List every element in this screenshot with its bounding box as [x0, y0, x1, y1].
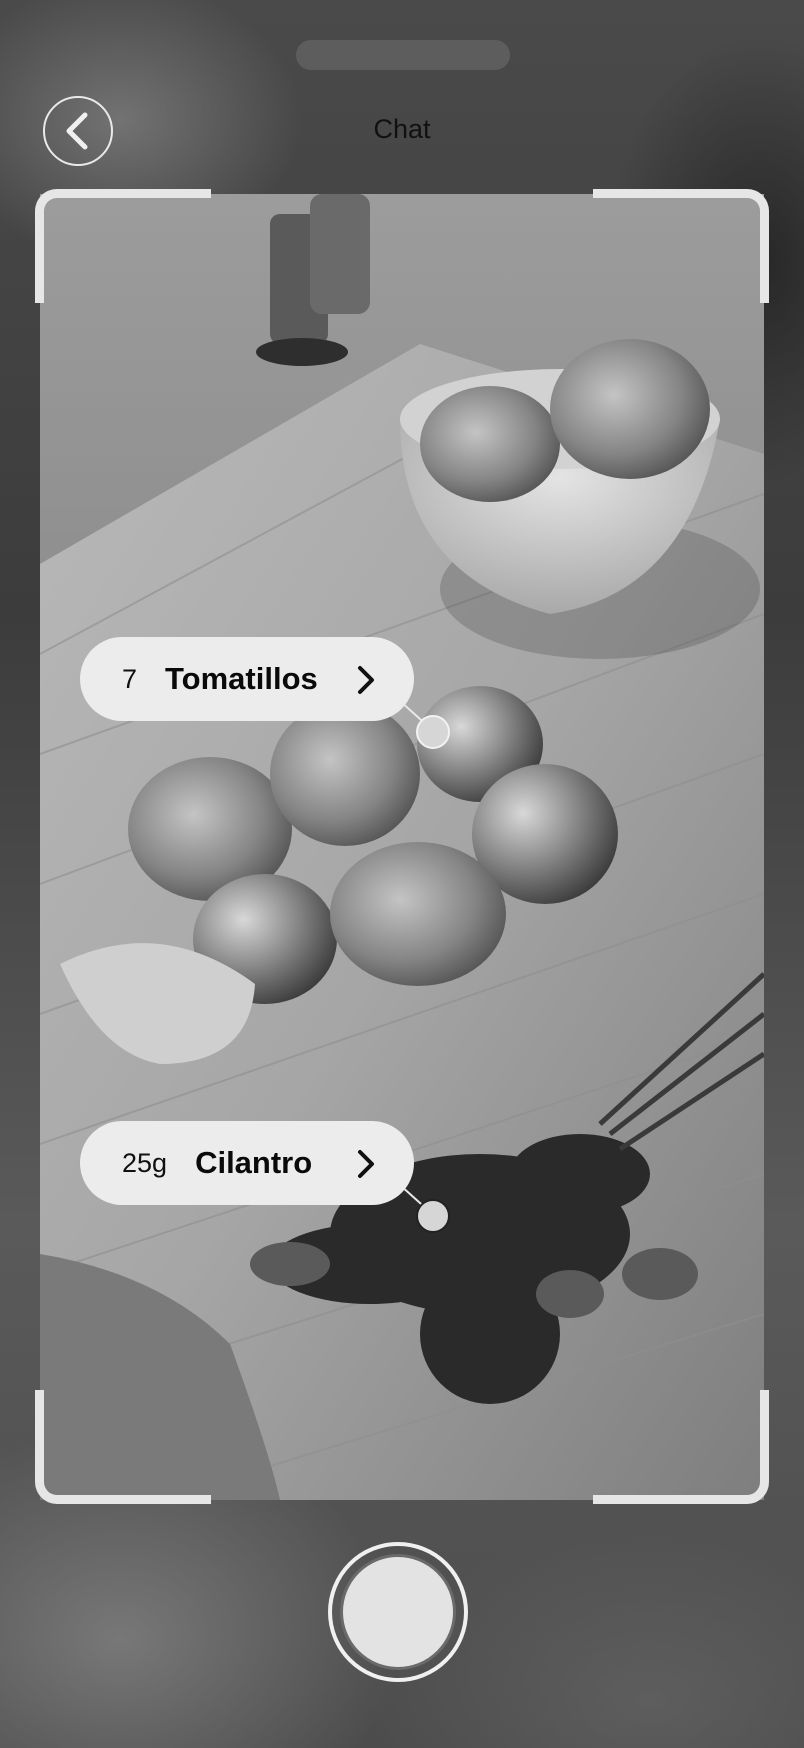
frame-corner-bottom-right	[593, 1390, 769, 1504]
item-quantity: 7	[122, 663, 138, 694]
chevron-right-icon	[358, 666, 374, 694]
frame-corner-top-left	[35, 189, 211, 303]
page-title: Chat	[373, 114, 431, 144]
item-name: Tomatillos	[165, 661, 318, 696]
item-quantity: 25g	[122, 1147, 168, 1178]
dynamic-island	[296, 40, 510, 70]
detected-item-chip-tomatillos[interactable]: 7 Tomatillos	[80, 637, 414, 721]
item-marker-tomatillos[interactable]	[416, 715, 450, 749]
shutter-inner	[340, 1554, 456, 1670]
frame-corner-bottom-left	[35, 1390, 211, 1504]
item-name: Cilantro	[195, 1145, 313, 1180]
scene-illustration	[40, 194, 764, 1500]
detected-item-chip-cilantro[interactable]: 25g Cilantro	[80, 1121, 414, 1205]
frame-corner-top-right	[593, 189, 769, 303]
item-marker-cilantro[interactable]	[416, 1199, 450, 1233]
chevron-right-icon	[358, 1150, 374, 1178]
shutter-button[interactable]	[328, 1542, 468, 1682]
camera-viewfinder-photo	[40, 194, 764, 1500]
